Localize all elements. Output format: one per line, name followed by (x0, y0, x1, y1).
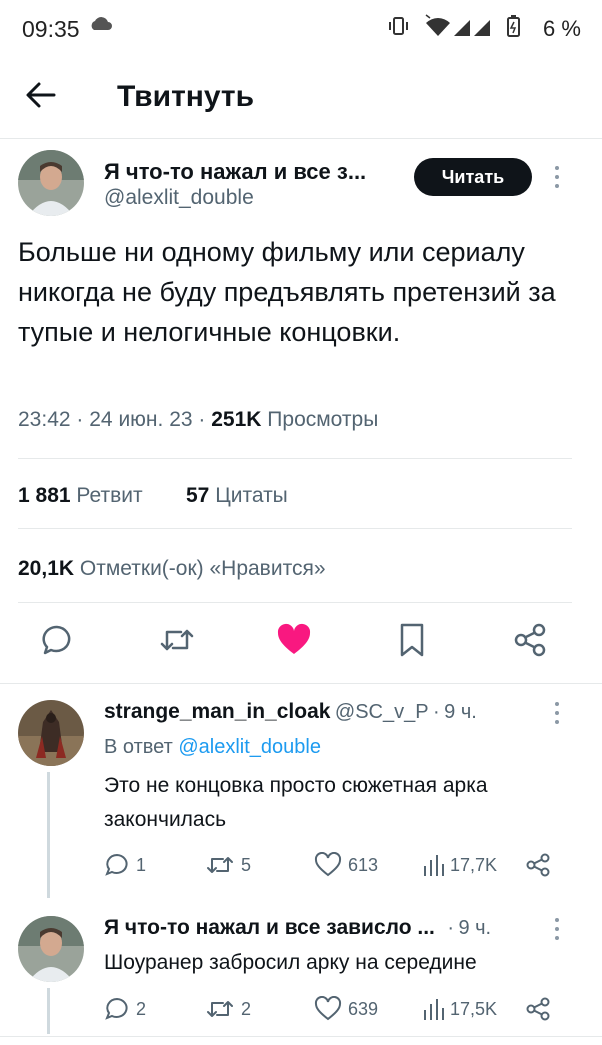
separator: · (433, 701, 440, 723)
thread-line (47, 772, 50, 898)
reply-text: Шоуранер забросил арку на середине (104, 951, 477, 974)
follow-button[interactable]: Читать (414, 158, 532, 196)
reply-header: strange_man_in_cloak @SC_v_P · 9 ч. (104, 700, 477, 724)
views-count: 17,5K (450, 998, 498, 1019)
reply-time[interactable]: 9 ч. (444, 701, 477, 723)
wifi-icon (425, 14, 450, 36)
vibrate-icon (389, 17, 408, 35)
divider (18, 602, 572, 603)
more-icon[interactable] (553, 164, 561, 195)
bar-chart-icon (424, 855, 444, 876)
quotes-stat[interactable]: 57 Цитаты (186, 484, 288, 508)
separator: · (447, 917, 454, 939)
likes-label: Отметки(-ок) «Нравится» (79, 557, 326, 580)
tweet-time[interactable]: 23:42 (18, 408, 71, 431)
more-icon[interactable] (553, 916, 561, 947)
quotes-count: 57 (186, 484, 210, 507)
retweets-label: Ретвит (76, 484, 143, 507)
avatar[interactable] (18, 150, 84, 216)
page-title: Твитнуть (117, 80, 255, 113)
reply-action[interactable]: 2 (104, 996, 146, 1022)
retweets-count: 1 881 (18, 484, 71, 507)
share-icon[interactable] (525, 996, 551, 1022)
heart-icon (314, 996, 342, 1021)
share-icon[interactable] (525, 852, 551, 878)
thread-line (47, 988, 50, 1034)
retweets-stat[interactable]: 1 881 Ретвит (18, 484, 143, 508)
bookmark-icon[interactable] (392, 620, 432, 660)
divider (18, 458, 572, 459)
divider (0, 138, 602, 139)
divider (0, 1036, 602, 1037)
tweet-meta: 23:42 · 24 июн. 23 · 251K Просмотры (18, 408, 378, 432)
avatar[interactable] (18, 700, 84, 766)
retweet-action[interactable]: 2 (205, 996, 251, 1022)
tweet-text: Больше ни одному фильму или сериалу нико… (18, 237, 556, 347)
likes-count: 20,1K (18, 557, 75, 580)
reply-header: Я что-то нажал и все зависло ... · 9 ч. (104, 916, 491, 940)
separator: · (198, 408, 206, 431)
heart-icon (314, 852, 342, 877)
status-icons (388, 14, 538, 45)
reply-to-prefix: В ответ (104, 736, 173, 758)
like-action[interactable]: 613 (314, 852, 378, 878)
reply-count: 2 (136, 998, 147, 1019)
like-count: 639 (348, 998, 379, 1019)
reply-action[interactable]: 1 (104, 852, 146, 878)
reply-icon[interactable] (37, 620, 77, 660)
views-count: 17,7K (450, 854, 498, 875)
reply-text: Это не концовка просто сюжетная арка зак… (104, 774, 488, 831)
like-action[interactable]: 639 (314, 996, 378, 1022)
divider (18, 528, 572, 529)
retweet-icon (207, 1001, 233, 1017)
separator: · (76, 408, 84, 431)
author-name[interactable]: Я что-то нажал и все з... (104, 159, 366, 185)
reply-to-handle[interactable]: @alexlit_double (178, 736, 321, 758)
more-icon[interactable] (553, 700, 561, 731)
retweet-icon[interactable] (157, 620, 197, 660)
reply-author-name[interactable]: strange_man_in_cloak (104, 700, 330, 723)
reply-author-handle[interactable]: @SC_v_P (335, 701, 429, 723)
battery-percent: 6 % (543, 16, 581, 41)
reply-icon (105, 997, 128, 1020)
bar-chart-icon (424, 999, 444, 1020)
reply-count: 1 (136, 854, 147, 875)
like-icon[interactable] (274, 620, 314, 660)
reply-author-name[interactable]: Я что-то нажал и все зависло ... (104, 916, 435, 939)
views-action[interactable]: 17,7K (422, 852, 497, 878)
tweet-date[interactable]: 24 июн. 23 (89, 408, 192, 431)
reply-to-line: В ответ @alexlit_double (104, 736, 321, 759)
signal-icon (454, 20, 490, 36)
quotes-label: Цитаты (215, 484, 288, 507)
retweet-action[interactable]: 5 (205, 852, 251, 878)
battery-icon (507, 15, 520, 37)
avatar[interactable] (18, 916, 84, 982)
likes-stat[interactable]: 20,1K Отметки(-ок) «Нравится» (18, 557, 326, 581)
status-bar: 09:35 6 % (0, 0, 602, 56)
arrow-left-icon (26, 82, 56, 108)
like-count: 613 (348, 854, 379, 875)
retweet-count: 5 (241, 854, 252, 875)
views-label: Просмотры (267, 408, 379, 431)
heart-shape (277, 623, 311, 654)
reply-time[interactable]: 9 ч. (458, 917, 491, 939)
retweet-icon (207, 857, 233, 873)
reply-icon (105, 853, 128, 876)
back-button[interactable] (24, 80, 64, 112)
cloud-icon (88, 14, 114, 39)
divider (0, 683, 602, 684)
share-icon[interactable] (510, 620, 550, 660)
author-handle[interactable]: @alexlit_double (104, 186, 254, 210)
status-time: 09:35 (22, 16, 80, 42)
retweet-count: 2 (241, 998, 252, 1019)
views-action[interactable]: 17,5K (422, 996, 497, 1022)
views-count: 251K (211, 408, 262, 431)
